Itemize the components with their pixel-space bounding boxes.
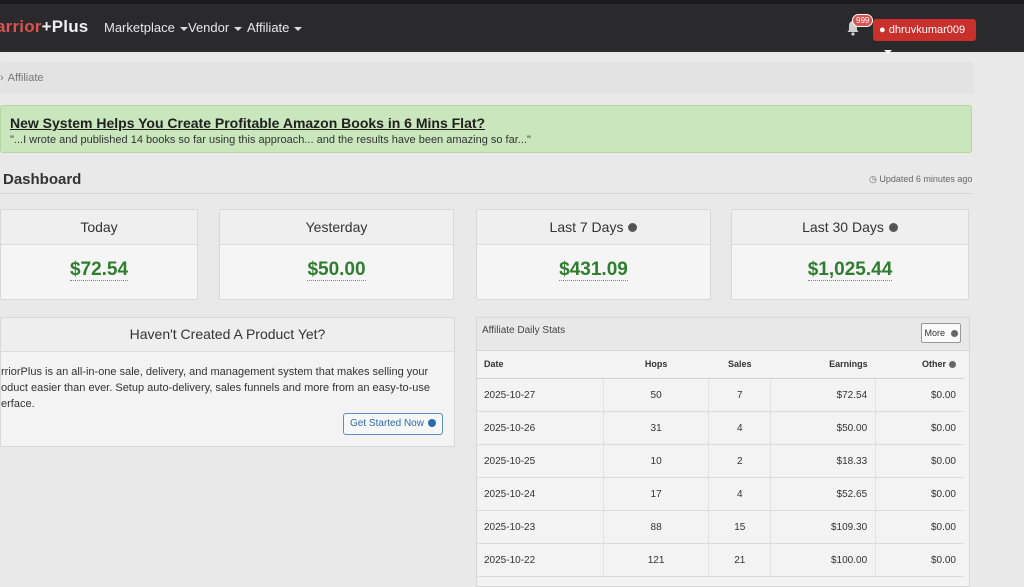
- nav-affiliate[interactable]: Affiliate: [247, 20, 303, 35]
- table-row: 2025-10-23 88 15 $109.30 $0.00: [477, 510, 964, 544]
- table-row: 2025-10-27 50 7 $72.54 $0.00: [477, 378, 964, 412]
- column-header-other[interactable]: Other: [875, 350, 964, 379]
- cell-other: $0.00: [875, 378, 964, 412]
- chevron-down-circle-icon[interactable]: [888, 222, 898, 232]
- cell-other: $0.00: [875, 411, 964, 445]
- page-title: Dashboard: [3, 171, 82, 188]
- cell-date: 2025-10-24: [477, 477, 604, 511]
- cell-sales: 4: [708, 477, 771, 511]
- cell-date: 2025-10-23: [477, 510, 604, 544]
- panel-title: Haven't Created A Product Yet?: [1, 318, 454, 352]
- cell-other: $0.00: [875, 543, 964, 577]
- more-button[interactable]: More: [921, 323, 961, 343]
- promo-banner: New System Helps You Create Profitable A…: [0, 105, 972, 153]
- stat-card-last-7-days: Last 7 Days $431.09: [476, 209, 711, 300]
- cell-hops: 88: [602, 510, 709, 544]
- affiliate-daily-stats-panel: Affiliate Daily Stats More Date Hops Sal…: [476, 317, 970, 587]
- chevron-down-circle-icon[interactable]: [628, 222, 638, 232]
- stat-label: Today: [1, 210, 197, 245]
- arrow-right-circle-icon: [427, 419, 436, 428]
- breadcrumb-current: Affiliate: [7, 72, 44, 84]
- cell-sales: 7: [708, 378, 771, 412]
- divider: [0, 193, 972, 194]
- cell-date: 2025-10-27: [477, 378, 604, 412]
- cell-earnings: $109.30: [770, 510, 876, 544]
- table-row: 2025-10-24 17 4 $52.65 $0.00: [477, 477, 964, 511]
- stat-label: Last 7 Days: [477, 210, 710, 245]
- get-started-button[interactable]: Get Started Now: [343, 413, 443, 435]
- column-header-earnings[interactable]: Earnings: [770, 350, 876, 379]
- breadcrumb: › Affiliate: [0, 62, 974, 94]
- chevron-down-icon: [294, 26, 303, 31]
- user-icon: ●: [879, 24, 886, 36]
- promo-title-link[interactable]: New System Helps You Create Profitable A…: [10, 115, 485, 131]
- affiliate-stats-table: Date Hops Sales Earnings Other 2025-10-2…: [477, 350, 964, 577]
- stat-card-today: Today $72.54: [0, 209, 198, 300]
- cell-other: $0.00: [875, 510, 964, 544]
- user-menu-button[interactable]: ● dhruvkumar009: [873, 19, 976, 55]
- cell-date: 2025-10-25: [477, 444, 604, 478]
- cell-earnings: $50.00: [770, 411, 876, 445]
- cell-hops: 31: [602, 411, 709, 445]
- notification-badge: 999: [852, 14, 874, 27]
- stat-card-yesterday: Yesterday $50.00: [219, 209, 454, 300]
- nav-marketplace[interactable]: Marketplace: [104, 20, 188, 35]
- create-product-panel: Haven't Created A Product Yet? rriorPlus…: [0, 317, 455, 447]
- nav-vendor[interactable]: Vendor: [188, 20, 243, 35]
- column-header-hops[interactable]: Hops: [603, 350, 709, 379]
- chevron-down-icon: [179, 26, 188, 31]
- stat-label: Yesterday: [220, 210, 453, 245]
- cell-earnings: $100.00: [770, 543, 876, 577]
- cell-other: $0.00: [875, 444, 964, 478]
- table-row: 2025-10-22 121 21 $100.00 $0.00: [477, 543, 964, 577]
- cell-hops: 10: [602, 444, 709, 478]
- cell-hops: 50: [602, 378, 709, 412]
- promo-quote: "...I wrote and published 14 books so fa…: [10, 134, 531, 146]
- cell-earnings: $72.54: [770, 378, 876, 412]
- username: dhruvkumar009: [888, 24, 966, 36]
- stat-value: $1,025.44: [807, 259, 893, 281]
- panel-header: Affiliate Daily Stats More: [477, 318, 969, 351]
- updated-status: ◷ Updated 6 minutes ago: [869, 174, 973, 184]
- stat-value: $72.54: [69, 259, 129, 281]
- clock-icon: ◷: [869, 174, 877, 184]
- help-icon[interactable]: [949, 361, 956, 369]
- cell-other: $0.00: [875, 477, 964, 511]
- table-header-row: Date Hops Sales Earnings Other: [477, 350, 964, 379]
- stat-value: $431.09: [559, 259, 628, 281]
- arrow-right-circle-icon: [950, 330, 958, 338]
- cell-sales: 15: [708, 510, 771, 544]
- cell-earnings: $18.33: [770, 444, 876, 478]
- top-navbar: arrior+Plus Marketplace Vendor Affiliate…: [0, 0, 1024, 55]
- cell-date: 2025-10-26: [477, 411, 604, 445]
- table-row: 2025-10-25 10 2 $18.33 $0.00: [477, 444, 964, 478]
- stat-card-last-30-days: Last 30 Days $1,025.44: [731, 209, 969, 300]
- panel-title: Affiliate Daily Stats: [482, 325, 566, 336]
- stat-label: Last 30 Days: [732, 210, 968, 245]
- cell-date: 2025-10-22: [477, 543, 604, 577]
- cell-earnings: $52.65: [770, 477, 876, 511]
- cell-hops: 121: [602, 543, 709, 577]
- cell-sales: 2: [708, 444, 771, 478]
- brand-logo[interactable]: arrior+Plus: [0, 17, 88, 37]
- stat-value: $50.00: [307, 259, 366, 281]
- table-row: 2025-10-26 31 4 $50.00 $0.00: [477, 411, 964, 445]
- cell-hops: 17: [602, 477, 709, 511]
- panel-description: rriorPlus is an all-in-one sale, deliver…: [1, 366, 431, 410]
- chevron-down-icon: [884, 50, 892, 55]
- column-header-sales[interactable]: Sales: [708, 350, 771, 379]
- cell-sales: 21: [708, 543, 771, 577]
- column-header-date[interactable]: Date: [477, 350, 604, 379]
- cell-sales: 4: [708, 411, 771, 445]
- chevron-down-icon: [234, 26, 243, 31]
